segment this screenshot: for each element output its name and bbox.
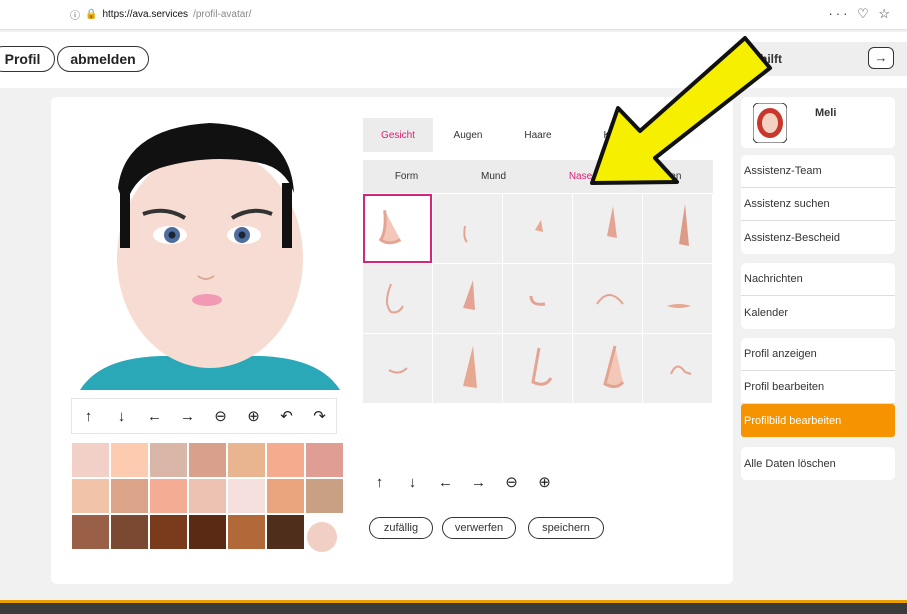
yellow-arrow-annotation	[590, 36, 772, 185]
